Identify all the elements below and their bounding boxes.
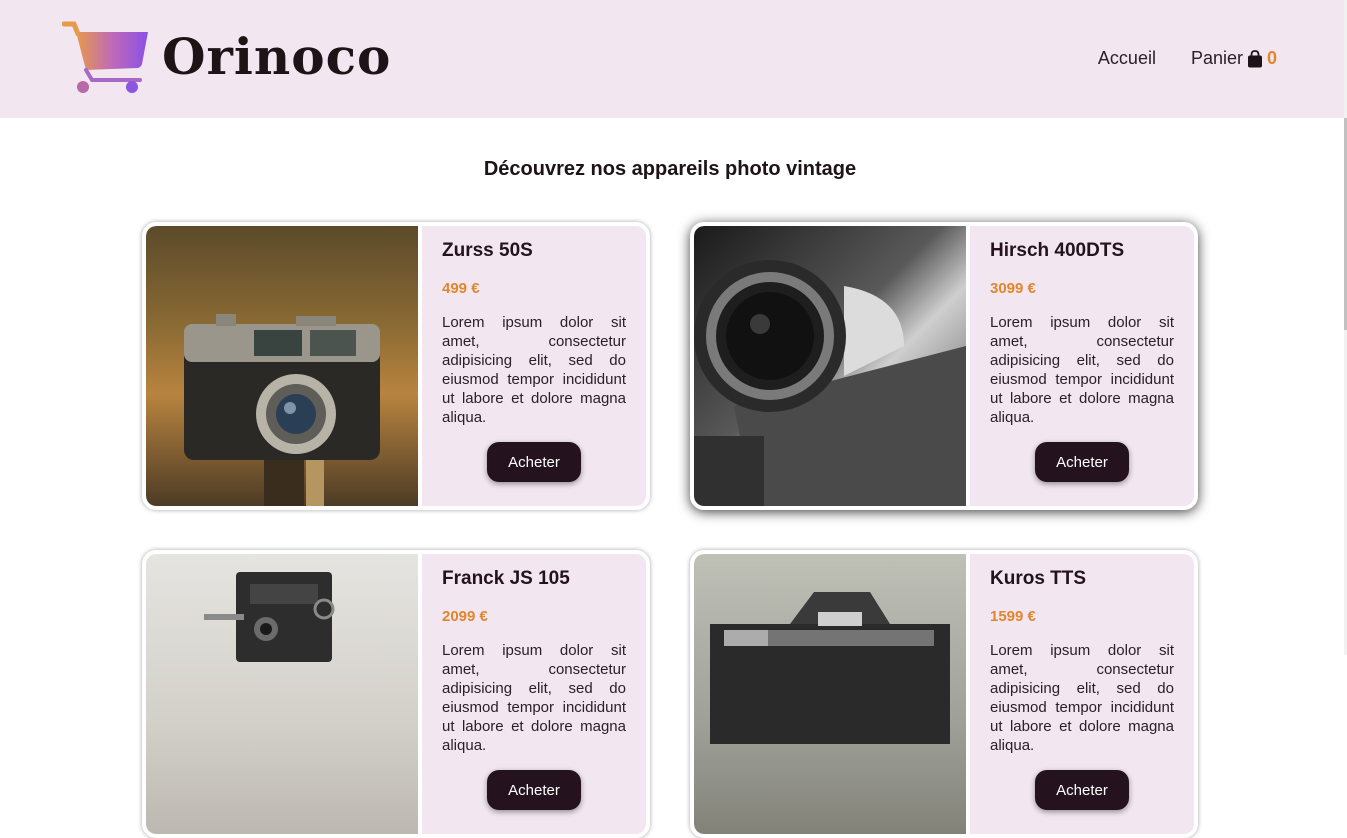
main-nav: Accueil Panier 0 xyxy=(1063,48,1277,69)
product-card: Hirsch 400DTS 3099 € Lorem ipsum dolor s… xyxy=(690,222,1198,510)
product-description: Lorem ipsum dolor sit amet, consectetur … xyxy=(990,642,1174,754)
product-description: Lorem ipsum dolor sit amet, consectetur … xyxy=(442,314,626,426)
product-card: Zurss 50S 499 € Lorem ipsum dolor sit am… xyxy=(142,222,650,510)
product-price: 499 € xyxy=(442,280,480,297)
nav-home-link[interactable]: Accueil xyxy=(1098,48,1156,69)
nav-cart-label: Panier xyxy=(1190,48,1243,68)
product-card: Franck JS 105 2099 € Lorem ipsum dolor s… xyxy=(142,550,650,838)
buy-button[interactable]: Acheter xyxy=(1035,770,1129,810)
product-name: Zurss 50S xyxy=(442,240,533,261)
product-info: Franck JS 105 2099 € Lorem ipsum dolor s… xyxy=(422,554,646,834)
nav-home-label: Accueil xyxy=(1097,48,1156,68)
nav-cart-link[interactable]: Panier 0 xyxy=(1191,48,1277,69)
product-name: Franck JS 105 xyxy=(442,568,570,589)
buy-button[interactable]: Acheter xyxy=(487,770,581,810)
camera-photo-icon xyxy=(184,314,380,506)
product-image[interactable] xyxy=(146,226,418,506)
product-image[interactable] xyxy=(694,226,966,506)
site-header: Orinoco Accueil Panier 0 xyxy=(0,0,1347,118)
product-info: Zurss 50S 499 € Lorem ipsum dolor sit am… xyxy=(422,226,646,506)
product-name: Hirsch 400DTS xyxy=(990,240,1125,261)
shopping-bag-icon xyxy=(1247,49,1262,67)
product-description: Lorem ipsum dolor sit amet, consectetur … xyxy=(990,314,1174,426)
buy-button[interactable]: Acheter xyxy=(487,442,581,482)
product-info: Hirsch 400DTS 3099 € Lorem ipsum dolor s… xyxy=(970,226,1194,506)
product-image[interactable] xyxy=(694,554,966,834)
product-card: Kuros TTS 1599 € Lorem ipsum dolor sit a… xyxy=(690,550,1198,838)
logo-text: Orinoco xyxy=(162,26,392,86)
logo[interactable]: Orinoco xyxy=(62,20,391,96)
product-description: Lorem ipsum dolor sit amet, consectetur … xyxy=(442,642,626,754)
product-price: 1599 € xyxy=(990,608,1036,625)
buy-button[interactable]: Acheter xyxy=(1035,442,1129,482)
cart-count-badge: 0 xyxy=(1266,48,1277,68)
product-name: Kuros TTS xyxy=(990,568,1087,589)
page-title: Découvrez nos appareils photo vintage xyxy=(483,158,857,180)
shopping-cart-icon xyxy=(62,21,148,93)
camera-photo-icon xyxy=(710,592,950,744)
camera-photo-icon xyxy=(694,260,966,506)
product-info: Kuros TTS 1599 € Lorem ipsum dolor sit a… xyxy=(970,554,1194,834)
product-price: 3099 € xyxy=(990,280,1036,297)
product-price: 2099 € xyxy=(442,608,488,625)
camera-photo-icon xyxy=(204,572,335,662)
product-image[interactable] xyxy=(146,554,418,834)
